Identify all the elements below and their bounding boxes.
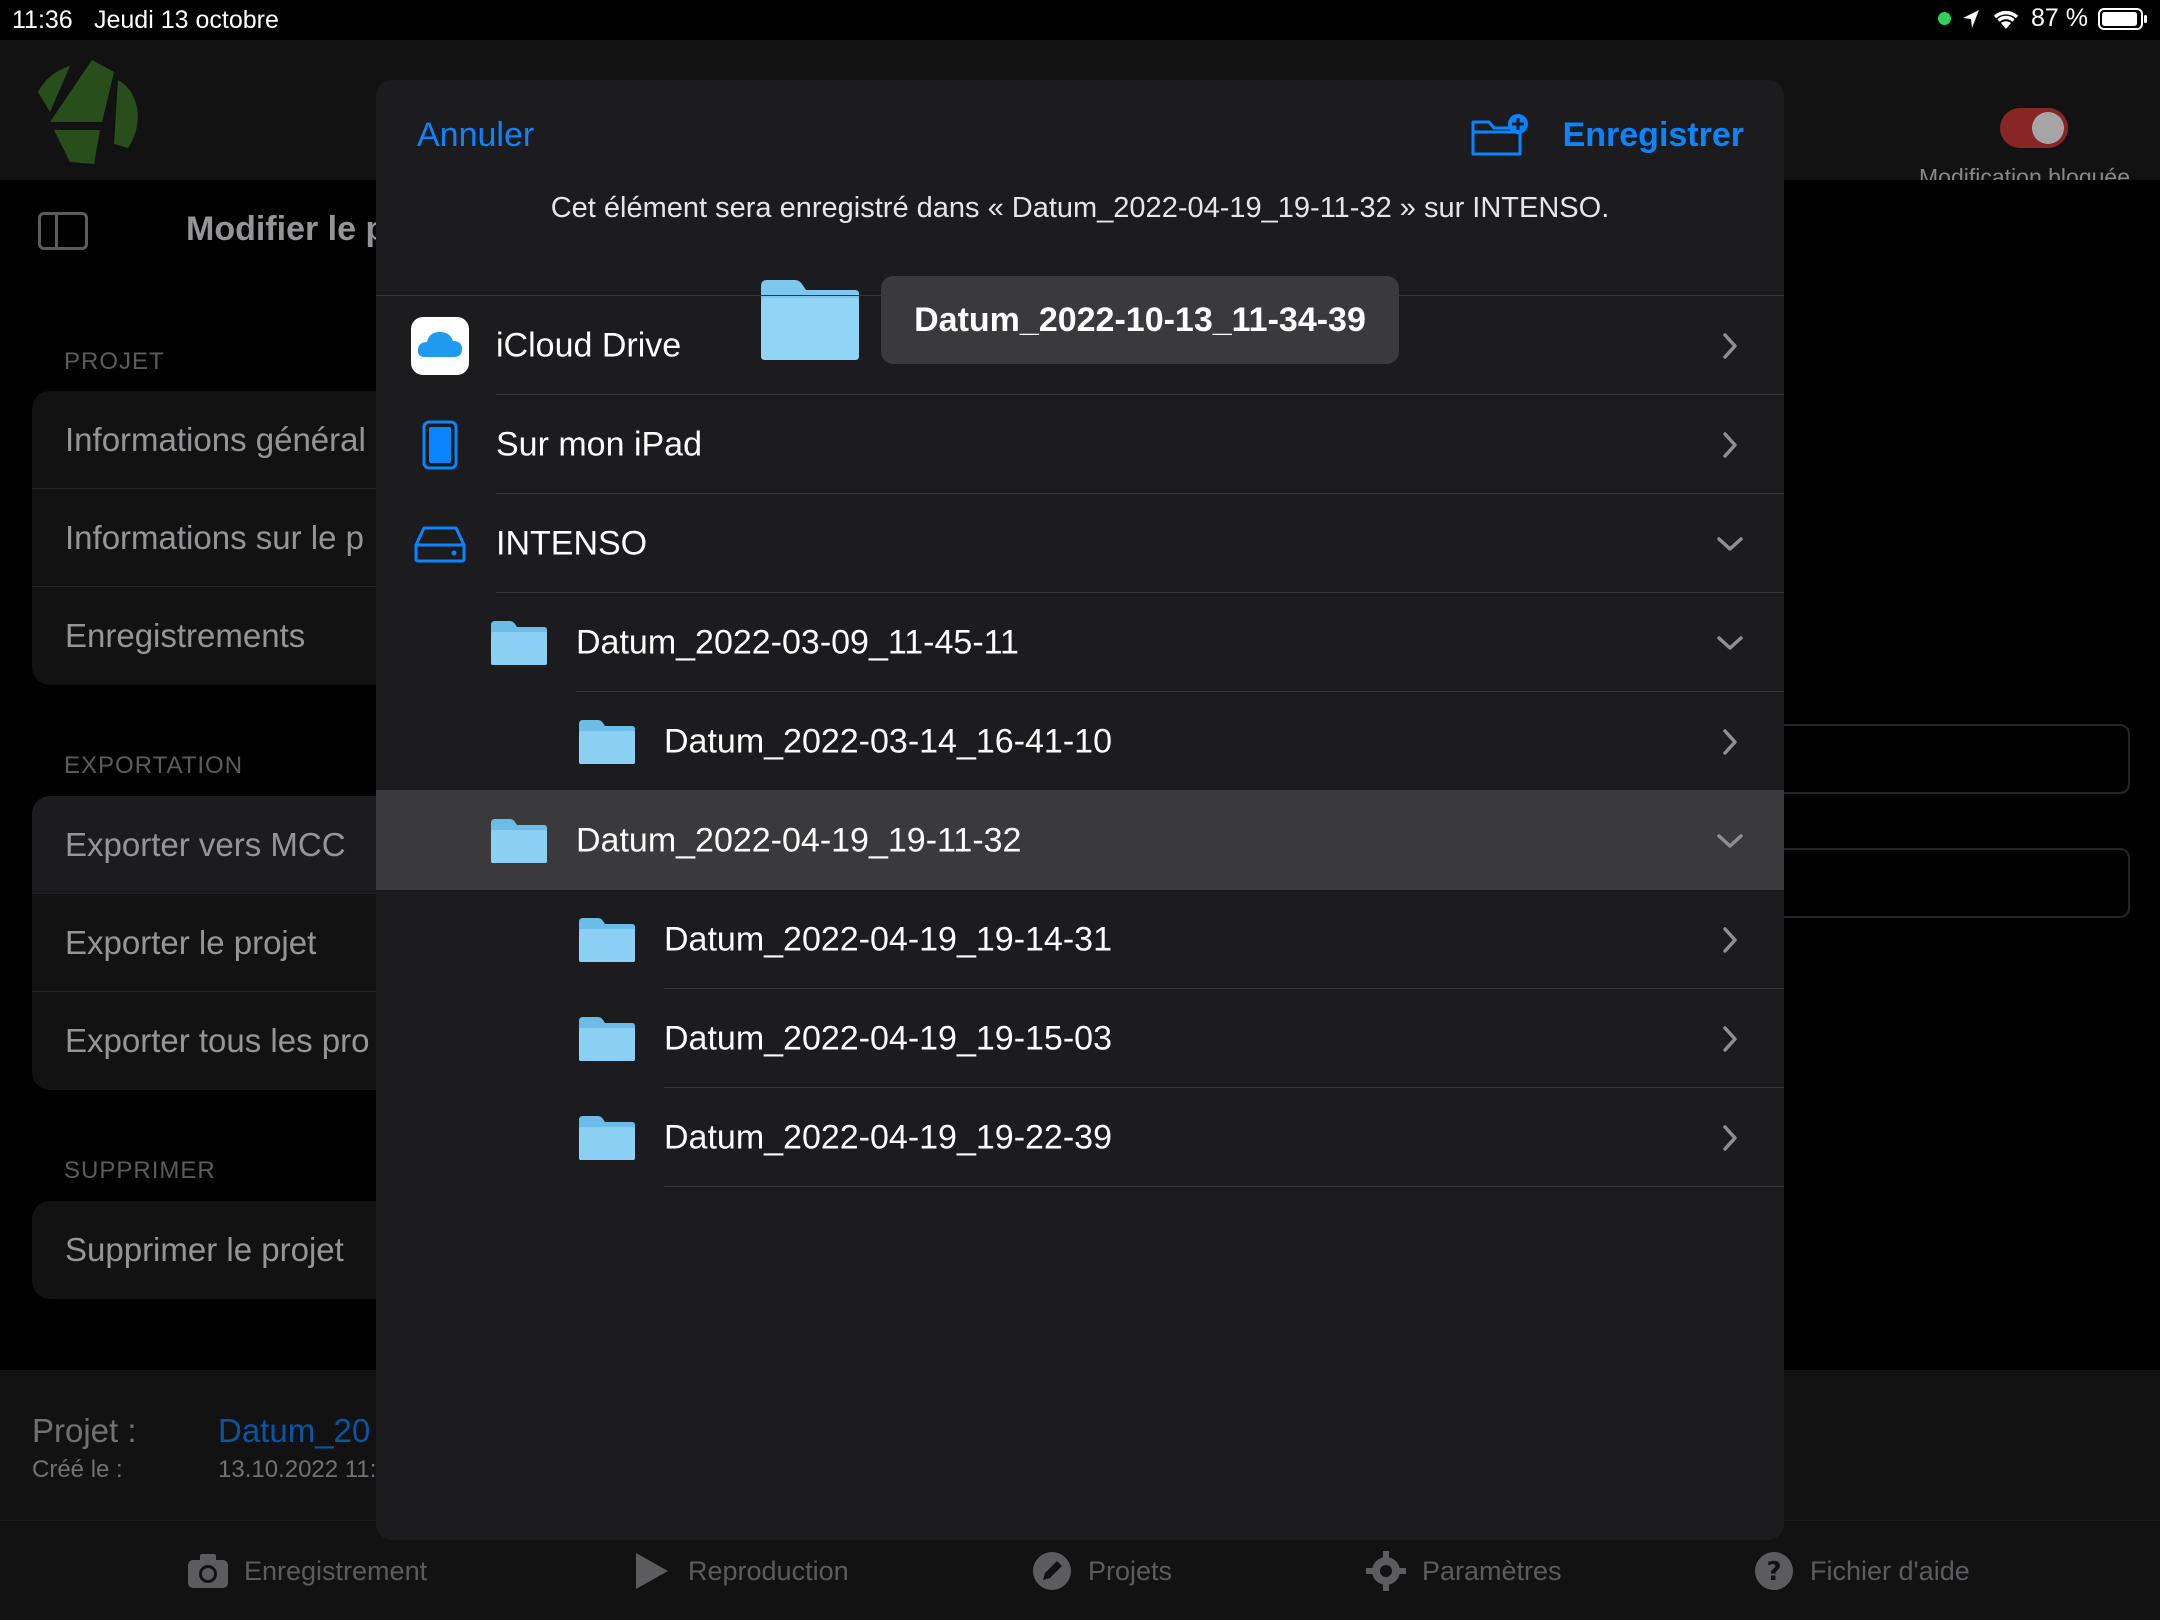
- ipad-icon: [422, 420, 458, 469]
- status-date: Jeudi 13 octobre: [94, 6, 279, 34]
- folder-row[interactable]: Datum_2022-04-19_19-22-39: [376, 1088, 1784, 1187]
- chevron-right-icon: [1723, 1025, 1737, 1052]
- location-arrow-icon: [1963, 9, 1980, 28]
- folder-label: Datum_2022-04-19_19-22-39: [664, 1118, 1112, 1156]
- cancel-button[interactable]: Annuler: [417, 116, 534, 155]
- folder-icon: [579, 917, 635, 962]
- location-label: INTENSO: [496, 524, 648, 562]
- save-button[interactable]: Enregistrer: [1563, 116, 1744, 155]
- icloud-icon: [411, 316, 469, 375]
- location-label: Sur mon iPad: [496, 425, 702, 463]
- camera-in-use-indicator-icon: [1938, 12, 1952, 25]
- folder-row[interactable]: Datum_2022-03-09_11-45-11: [376, 593, 1784, 692]
- chevron-down-icon: [1717, 536, 1743, 551]
- new-folder-icon[interactable]: [1470, 112, 1530, 158]
- folder-icon: [579, 1016, 635, 1061]
- folder-row[interactable]: Datum_2022-04-19_19-15-03: [376, 989, 1784, 1088]
- location-icloud-drive[interactable]: iCloud Drive: [376, 296, 1784, 395]
- location-on-my-ipad[interactable]: Sur mon iPad: [376, 395, 1784, 494]
- folder-label: Datum_2022-04-19_19-15-03: [664, 1019, 1112, 1057]
- folder-icon: [579, 719, 635, 764]
- folder-label: Datum_2022-04-19_19-14-31: [664, 920, 1112, 958]
- location-list: iCloud Drive Sur mon iPad INTENSO Datum_…: [376, 296, 1784, 1187]
- folder-row[interactable]: Datum_2022-04-19_19-14-31: [376, 890, 1784, 989]
- chevron-right-icon: [1723, 728, 1737, 755]
- folder-icon: [579, 1115, 635, 1160]
- chevron-right-icon: [1723, 926, 1737, 953]
- folder-label: Datum_2022-03-14_16-41-10: [664, 722, 1112, 760]
- chevron-right-icon: [1723, 332, 1737, 359]
- battery-icon: [2098, 7, 2147, 30]
- status-bar: 11:36 Jeudi 13 octobre 87 %: [0, 0, 2160, 40]
- folder-row[interactable]: Datum_2022-03-14_16-41-10: [376, 692, 1784, 791]
- save-file-dialog: Annuler Enregistrer Cet élément sera enr…: [376, 80, 1784, 1540]
- battery-percent: 87 %: [2031, 4, 2088, 32]
- status-time: 11:36: [12, 6, 73, 34]
- chevron-down-icon: [1717, 635, 1743, 650]
- folder-label: Datum_2022-04-19_19-11-32: [576, 821, 1022, 859]
- divider: [664, 1186, 1784, 1187]
- folder-icon: [491, 620, 547, 665]
- external-drive-icon: [414, 526, 466, 562]
- chevron-right-icon: [1723, 1124, 1737, 1151]
- wifi-icon: [1993, 10, 2019, 29]
- save-location-info: Cet élément sera enregistré dans « Datum…: [550, 192, 1610, 224]
- status-indicators: 87 %: [1938, 4, 2148, 33]
- chevron-right-icon: [1723, 431, 1737, 458]
- chevron-down-icon: [1717, 833, 1743, 848]
- location-intenso[interactable]: INTENSO: [376, 494, 1784, 593]
- location-label: iCloud Drive: [496, 326, 682, 364]
- folder-label: Datum_2022-03-09_11-45-11: [576, 623, 1019, 661]
- folder-icon: [491, 818, 547, 863]
- folder-row-selected[interactable]: Datum_2022-04-19_19-11-32: [376, 791, 1784, 890]
